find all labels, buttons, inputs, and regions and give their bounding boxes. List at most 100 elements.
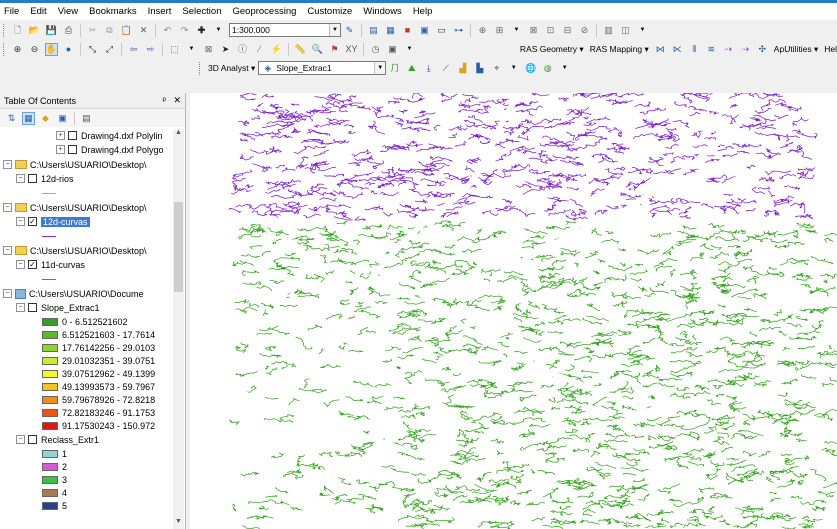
legend-class-row[interactable]: 5 <box>42 499 67 512</box>
layer-visibility-checkbox[interactable] <box>28 435 37 444</box>
close-icon[interactable]: ✕ <box>173 95 181 105</box>
legend-class-row[interactable]: 59.79678926 - 72.8218 <box>42 393 155 406</box>
toolbar-grip[interactable] <box>199 61 202 75</box>
toc-layer-row[interactable]: − Slope_Extrac1 <box>16 301 100 314</box>
model-builder-icon[interactable]: ⊶ <box>452 24 465 37</box>
toc-layer-row[interactable]: − ✓ 12d-curvas <box>16 215 90 228</box>
toc-scrollbar[interactable]: ▲ ▼ <box>173 129 184 529</box>
expand-icon[interactable]: + <box>56 145 65 154</box>
toc-layer-row[interactable]: − Reclass_Extr1 <box>16 433 99 446</box>
3d-analyst-menu[interactable]: 3D Analyst ▾ <box>208 63 255 74</box>
zoom-in-icon[interactable]: ⊕ <box>11 43 24 56</box>
hecras-layers-icon[interactable]: ⋈ <box>654 43 667 56</box>
collapse-icon[interactable]: − <box>16 435 25 444</box>
copy-icon[interactable]: ⧉ <box>103 24 116 37</box>
layer-visibility-checkbox[interactable] <box>28 303 37 312</box>
layer-visibility-checkbox[interactable] <box>68 145 77 154</box>
aputilities-menu[interactable]: ApUtilities ▾ <box>774 44 818 55</box>
menu-windows[interactable]: Windows <box>363 6 402 17</box>
layer-visibility-checkbox[interactable] <box>28 174 37 183</box>
menu-edit[interactable]: Edit <box>30 6 46 17</box>
toc-folder-row[interactable]: − C:\Users\USUARIO\Desktop\ <box>3 158 147 171</box>
feature-tool-icon[interactable]: ⊠ <box>527 24 540 37</box>
help-menu-cut[interactable]: Hel <box>824 44 837 54</box>
menu-file[interactable]: File <box>4 6 19 17</box>
toolbar-overflow-icon[interactable]: ▼ <box>403 43 416 56</box>
arcglobe-icon[interactable]: ◍ <box>541 62 554 75</box>
open-folder-icon[interactable]: 📂 <box>28 24 41 37</box>
toc-folder-row[interactable]: − C:\Users\USUARIO\Desktop\ <box>3 244 147 257</box>
hecras-flowpath-icon[interactable]: ≋ <box>705 43 718 56</box>
line-symbol-row[interactable] <box>42 230 56 243</box>
ras-geometry-menu[interactable]: RAS Geometry ▾ <box>520 44 584 55</box>
menu-geoprocessing[interactable]: Geoprocessing <box>232 6 296 17</box>
go-to-xy-icon[interactable]: XY <box>345 43 358 56</box>
dropdown-icon[interactable]: ▼ <box>510 24 523 37</box>
legend-class-row[interactable]: 6.512521603 - 17.7614 <box>42 328 155 341</box>
arcscene-icon[interactable]: ⊞ <box>493 24 506 37</box>
legend-class-row[interactable]: 4 <box>42 486 67 499</box>
chevron-down-icon[interactable]: ▼ <box>329 24 340 36</box>
point-profile-icon[interactable]: ▙ <box>473 62 486 75</box>
legend-class-row[interactable]: 0 - 6.512521602 <box>42 315 128 328</box>
menu-customize[interactable]: Customize <box>307 6 352 17</box>
select-dropdown-icon[interactable]: ▼ <box>185 43 198 56</box>
options-icon[interactable]: ▤ <box>80 112 93 125</box>
expand-icon[interactable]: + <box>56 131 65 140</box>
identify-icon[interactable]: ⓘ <box>236 43 249 56</box>
menu-help[interactable]: Help <box>413 6 433 17</box>
attribute-table-icon[interactable]: ▥ <box>602 24 615 37</box>
ras-mapping-menu[interactable]: RAS Mapping ▾ <box>590 44 649 55</box>
fixed-zoom-in-icon[interactable]: ⤡ <box>86 43 99 56</box>
scroll-down-icon[interactable]: ▼ <box>173 518 184 529</box>
redo-icon[interactable]: ↷ <box>178 24 191 37</box>
select-elements-icon[interactable]: ➤ <box>219 43 232 56</box>
hyperlink-icon[interactable]: ⚡ <box>270 43 283 56</box>
list-by-visibility-icon[interactable]: ◆ <box>39 112 52 125</box>
menu-view[interactable]: View <box>58 6 78 17</box>
catalog-window-icon[interactable]: ▤ <box>367 24 380 37</box>
cut-icon[interactable]: ✂ <box>86 24 99 37</box>
python-window-icon[interactable]: ▭ <box>435 24 448 37</box>
clear-selection-icon[interactable]: ⊠ <box>202 43 215 56</box>
forward-extent-icon[interactable]: ⇨ <box>144 43 157 56</box>
paste-icon[interactable]: 📋 <box>120 24 133 37</box>
profile-graph-icon[interactable]: ▟ <box>456 62 469 75</box>
interpolate-line-icon[interactable]: ⺆ <box>388 62 401 75</box>
list-by-selection-icon[interactable]: ▣ <box>56 112 69 125</box>
collapse-icon[interactable]: − <box>3 203 12 212</box>
list-by-drawing-order-icon[interactable]: ⇅ <box>5 112 18 125</box>
pin-icon[interactable]: ᵖ <box>163 95 166 105</box>
collapse-icon[interactable]: − <box>16 217 25 226</box>
toc-layer-row[interactable]: − 12d-rios <box>16 172 74 185</box>
line-of-sight-icon[interactable]: ⟋ <box>439 62 452 75</box>
menu-bookmarks[interactable]: Bookmarks <box>89 6 137 17</box>
line-symbol-row[interactable] <box>42 273 56 286</box>
menu-selection[interactable]: Selection <box>182 6 221 17</box>
add-features-icon[interactable]: ⌖ <box>490 62 503 75</box>
chevron-down-icon[interactable]: ▼ <box>374 62 386 74</box>
scroll-up-icon[interactable]: ▲ <box>173 129 184 140</box>
find-icon[interactable]: 🔍 <box>311 43 324 56</box>
hecras-arrow2-icon[interactable]: ⇢ <box>739 43 752 56</box>
toc-layer-row[interactable]: − ✓ 11d-curvas <box>16 258 85 271</box>
print-icon[interactable]: ⎙ <box>62 24 75 37</box>
collapse-icon[interactable]: − <box>16 260 25 269</box>
zoom-out-icon[interactable]: ⊖ <box>28 43 41 56</box>
html-popup-icon[interactable]: ⁄ <box>253 43 266 56</box>
new-document-icon[interactable]: 🗋 <box>11 24 24 37</box>
save-icon[interactable]: 💾 <box>45 24 58 37</box>
select-features-icon[interactable]: ⬚ <box>168 43 181 56</box>
toc-window-icon[interactable]: ▦ <box>384 24 397 37</box>
toc-layer-row[interactable]: + Drawing4.dxf Polygo <box>56 143 164 156</box>
toolbar-overflow-icon[interactable]: ▼ <box>558 62 571 75</box>
layer-visibility-checkbox[interactable]: ✓ <box>28 217 37 226</box>
legend-class-row[interactable]: 39.07512962 - 49.1399 <box>42 367 155 380</box>
legend-class-row[interactable]: 49.13993573 - 59.7967 <box>42 380 155 393</box>
legend-class-row[interactable]: 91.17530243 - 150.972 <box>42 419 155 432</box>
legend-class-row[interactable]: 29.01032351 - 39.0751 <box>42 354 155 367</box>
layer-visibility-checkbox[interactable]: ✓ <box>28 260 37 269</box>
merge-tool-icon[interactable]: ⊟ <box>561 24 574 37</box>
map-display[interactable] <box>190 93 837 529</box>
back-extent-icon[interactable]: ⇦ <box>127 43 140 56</box>
